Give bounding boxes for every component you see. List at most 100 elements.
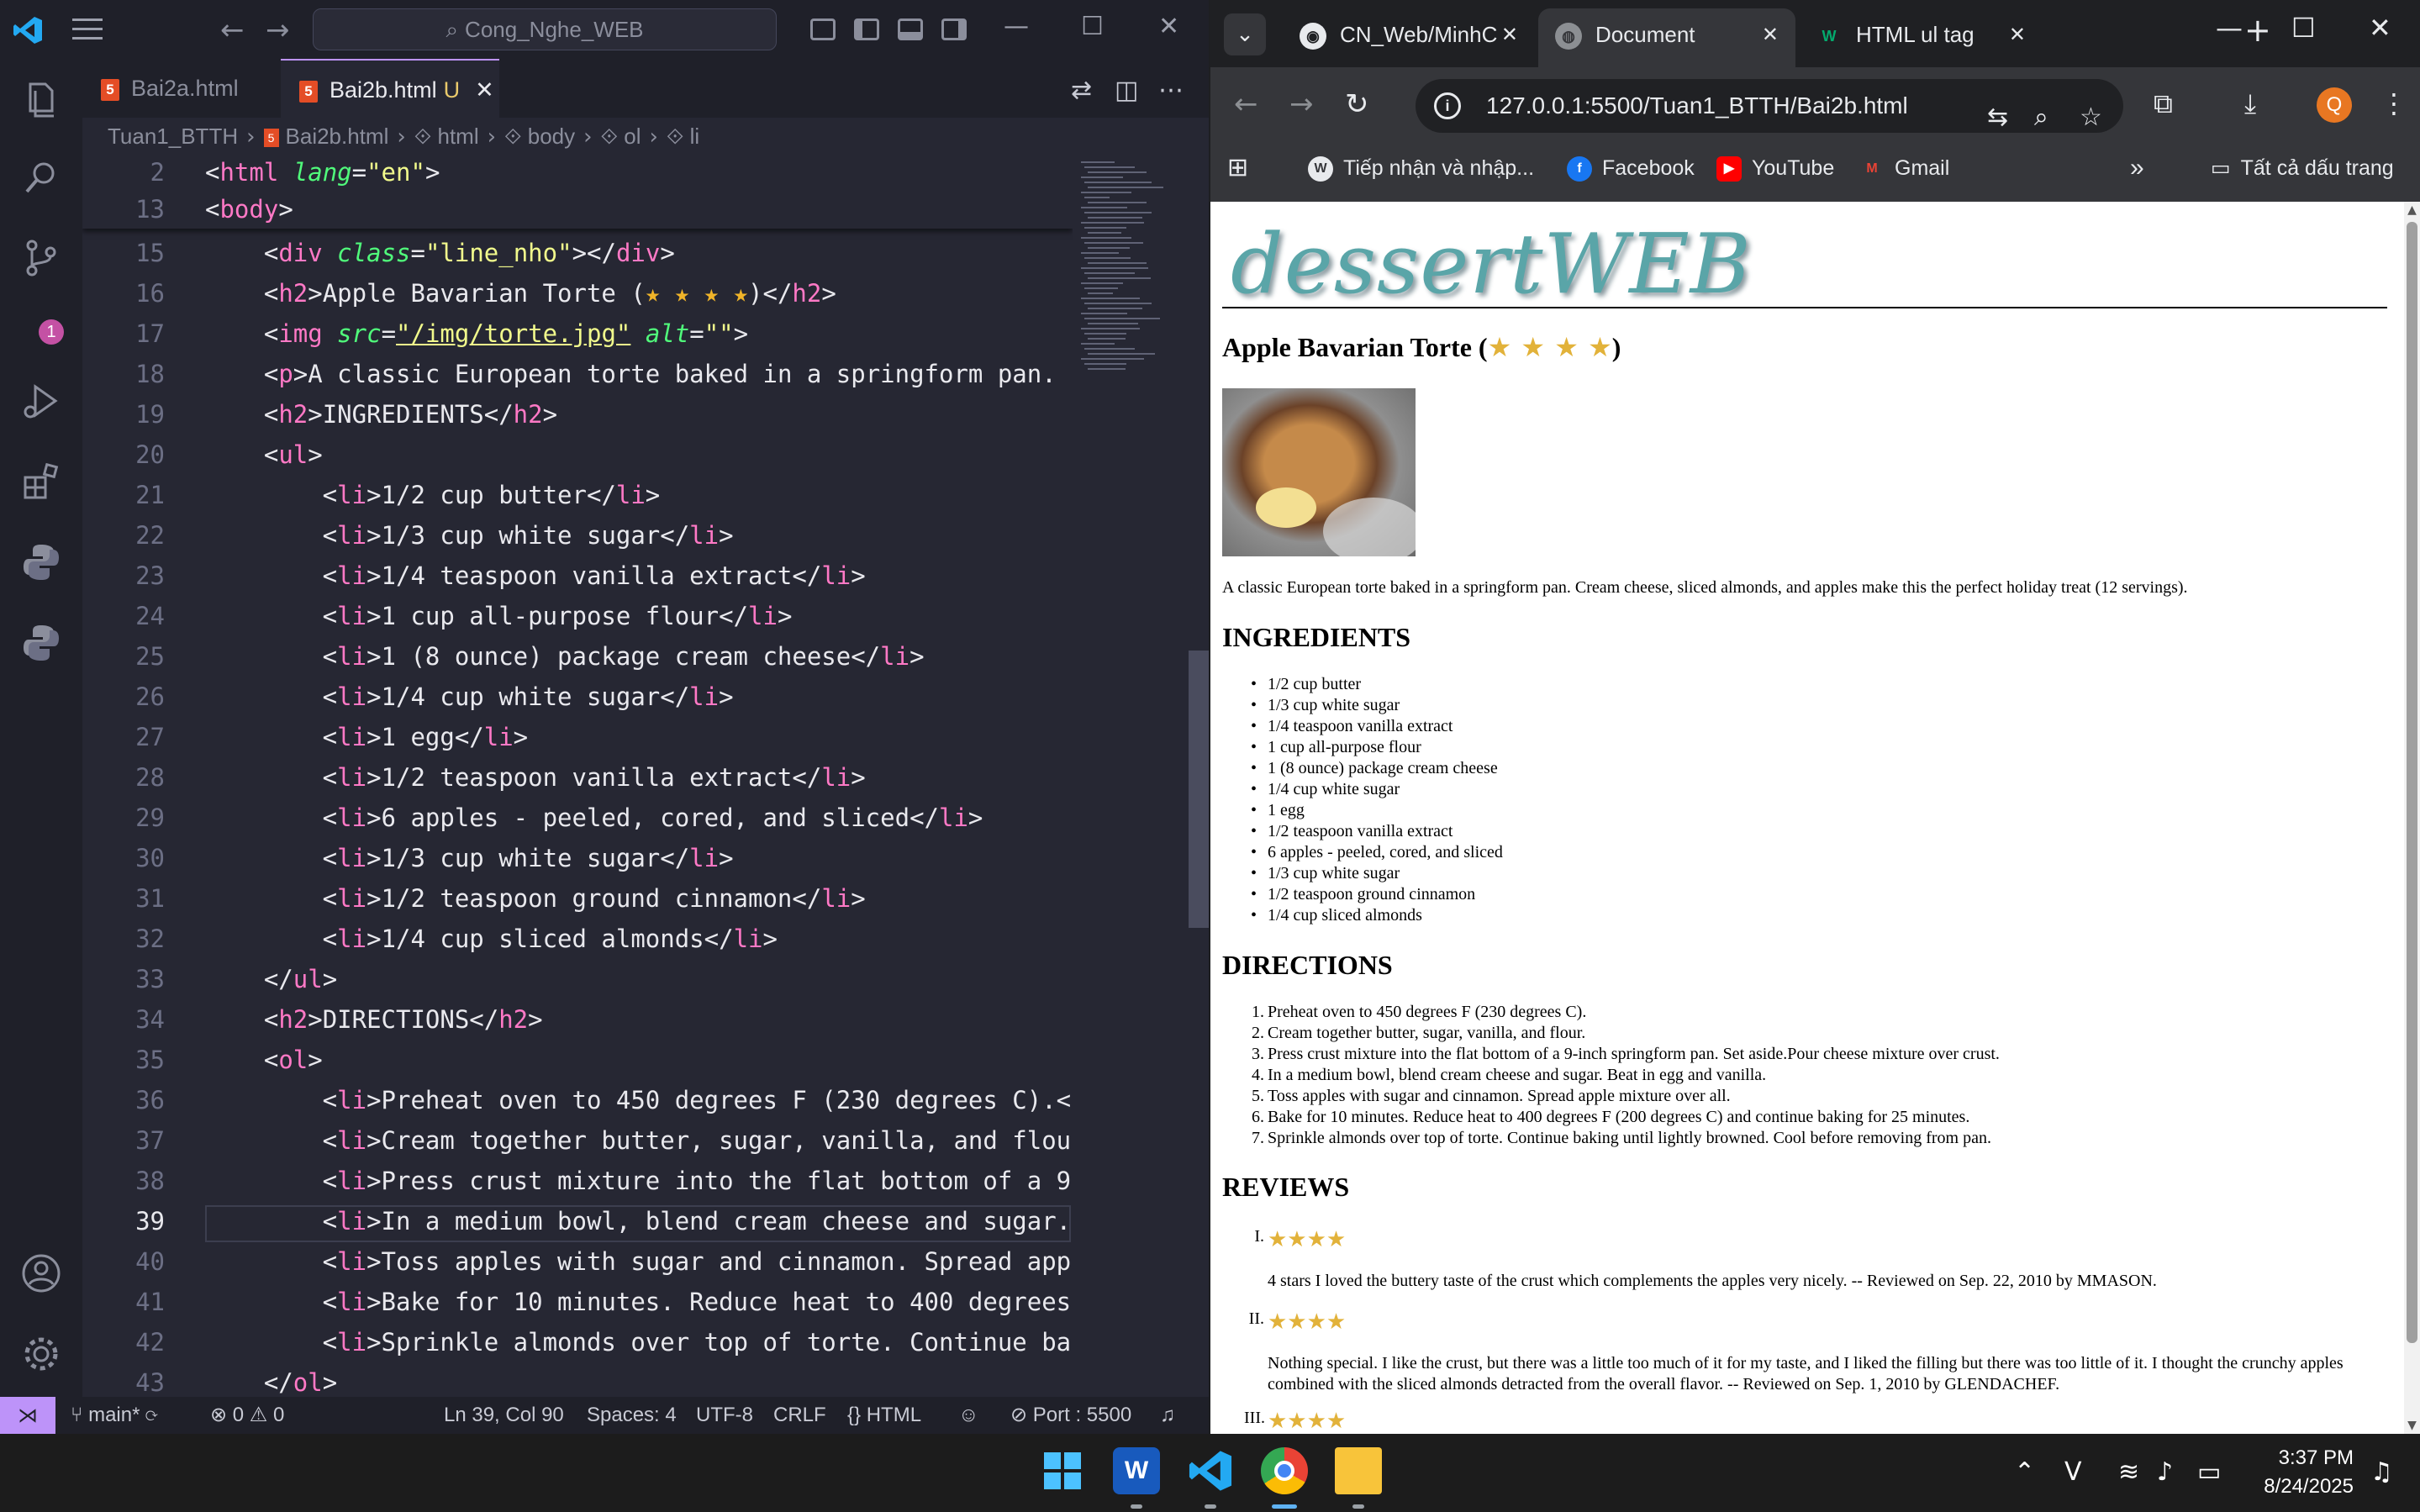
page-viewport[interactable]: dessertWEB Apple Bavarian Torte (★ ★ ★ ★… <box>1210 202 2404 1434</box>
line-ending[interactable]: CRLF <box>773 1397 826 1434</box>
extensions-icon[interactable] <box>20 461 62 503</box>
maximize-icon[interactable]: ☐ <box>1081 12 1104 41</box>
scroll-up-icon[interactable]: ▲ <box>2404 203 2420 217</box>
vscode-taskbar-icon[interactable] <box>1187 1447 1234 1494</box>
bookmark-label: Tiếp nhận và nhập... <box>1343 156 1535 180</box>
toggle-secondary-sidebar-icon[interactable] <box>941 18 967 40</box>
reload-icon[interactable]: ↻ <box>1345 87 1369 121</box>
search-icon[interactable] <box>20 156 62 198</box>
volume-icon[interactable]: ♪ <box>2157 1457 2173 1487</box>
breadcrumb-li[interactable]: li <box>690 124 700 149</box>
scrollbar-thumb[interactable] <box>1189 651 1209 928</box>
apps-grid-icon[interactable]: ⊞ <box>1227 145 1248 192</box>
bookmark-facebook[interactable]: f Facebook <box>1567 145 1695 192</box>
accounts-icon[interactable] <box>20 1252 62 1294</box>
source-control-icon[interactable] <box>20 237 62 279</box>
breadcrumb-file[interactable]: Bai2b.html <box>286 124 389 149</box>
battery-icon[interactable]: ▭ <box>2197 1457 2221 1487</box>
chrome-menu-icon[interactable]: ⋮ <box>2380 87 2407 119</box>
breadcrumb-html[interactable]: html <box>437 124 478 149</box>
live-server-status[interactable]: ⊘ Port : 5500 <box>1010 1397 1131 1434</box>
minimap-line <box>1084 212 1152 213</box>
back-arrow-icon[interactable]: ← <box>220 13 245 47</box>
close-tab-icon[interactable]: ✕ <box>475 77 494 103</box>
word-icon[interactable]: W <box>1113 1447 1160 1494</box>
code-editor[interactable]: 2<html lang="en">13<body> 14 <img src="/… <box>82 155 1073 1397</box>
toggle-primary-sidebar-icon[interactable] <box>854 18 879 40</box>
manage-gear-icon[interactable] <box>20 1333 62 1375</box>
close-icon[interactable]: ✕ <box>1158 12 1179 41</box>
chrome-tab-document[interactable]: ◍ Document ✕ <box>1538 8 1795 67</box>
html5-icon: 5 <box>101 78 119 101</box>
tab-search-chevron-down-icon[interactable]: ⌄ <box>1224 13 1266 55</box>
more-bookmarks-icon[interactable]: » <box>2130 145 2144 192</box>
extensions-puzzle-icon[interactable]: ⧉ <box>2154 87 2173 120</box>
new-tab-plus-icon[interactable]: + <box>2244 12 2271 49</box>
close-tab-icon[interactable]: ✕ <box>1501 8 1518 61</box>
notifications-bell-icon[interactable]: ♫ <box>1160 1397 1175 1434</box>
wifi-icon[interactable]: ≋ <box>2118 1457 2139 1487</box>
python-icon[interactable] <box>20 541 62 583</box>
back-arrow-icon[interactable]: ← <box>1234 87 1258 121</box>
clock[interactable]: 3:37 PM 8/24/2025 <box>2253 1444 2354 1501</box>
python-env-icon[interactable] <box>20 622 62 664</box>
all-bookmarks-folder[interactable]: ▭ Tất cả dấu trang <box>2211 145 2394 192</box>
explorer-icon[interactable] <box>20 79 62 121</box>
customize-layout-icon[interactable] <box>810 18 836 40</box>
notifications-bell-icon[interactable]: ♫ <box>2370 1457 2393 1487</box>
chrome-tab-github[interactable]: ◉ CN_Web/MinhC ✕ <box>1283 8 1535 67</box>
line-number: 30 <box>135 844 165 872</box>
cursor-position[interactable]: Ln 39, Col 90 <box>444 1397 564 1434</box>
breadcrumb-ol[interactable]: ol <box>624 124 641 149</box>
copilot-icon[interactable]: ☺ <box>958 1397 979 1434</box>
translate-icon[interactable]: ⇆ <box>1987 91 2008 145</box>
review-text: 4 stars I loved the buttery taste of the… <box>1268 1272 2157 1290</box>
encoding[interactable]: UTF-8 <box>696 1397 753 1434</box>
vpn-icon[interactable]: V <box>2064 1457 2082 1487</box>
indentation[interactable]: Spaces: 4 <box>587 1397 677 1434</box>
problems-status[interactable]: ⊗ 0 ⚠ 0 <box>210 1397 284 1434</box>
address-bar[interactable]: i 127.0.0.1:5500/Tuan1_BTTH/Bai2b.html ⇆… <box>1416 79 2123 133</box>
close-tab-icon[interactable]: ✕ <box>2009 8 2026 61</box>
forward-arrow-icon[interactable]: → <box>1289 87 1314 121</box>
tab-bai2b[interactable]: 5 Bai2b.html U ✕ <box>281 59 499 118</box>
minimap-line <box>1081 267 1148 269</box>
zoom-icon[interactable]: ⌕ <box>2034 91 2048 145</box>
forward-arrow-icon[interactable]: → <box>266 13 290 47</box>
bookmark-wordpress[interactable]: W Tiếp nhận và nhập... <box>1308 145 1534 192</box>
show-hidden-icons-chevron-up-icon[interactable]: ⌃ <box>2014 1457 2035 1487</box>
compare-changes-icon[interactable]: ⇄ <box>1071 76 1092 105</box>
minimize-icon[interactable]: — <box>2216 12 2243 44</box>
more-actions-icon[interactable]: ⋯ <box>1158 76 1184 105</box>
chrome-tab-w3schools[interactable]: W HTML ul tag ✕ <box>1799 8 2043 67</box>
scrollbar-thumb[interactable] <box>2407 222 2417 1343</box>
breadcrumb-body[interactable]: body <box>528 124 575 149</box>
maximize-icon[interactable]: ☐ <box>2291 12 2316 44</box>
branch-status[interactable]: ⑂ main* ⟳ <box>71 1397 158 1434</box>
site-info-icon[interactable]: i <box>1434 92 1461 119</box>
close-tab-icon[interactable]: ✕ <box>1762 8 1779 61</box>
downloads-icon[interactable]: ⤓ <box>2244 87 2256 120</box>
editor-scrollbar[interactable] <box>1189 155 1209 1397</box>
windows-start-icon[interactable] <box>1039 1447 1086 1494</box>
command-center-search[interactable]: ⌕ Cong_Nghe_WEB <box>313 8 777 50</box>
toggle-panel-icon[interactable] <box>898 18 923 40</box>
bookmark-star-icon[interactable]: ☆ <box>2080 91 2102 145</box>
chrome-taskbar-icon[interactable] <box>1261 1447 1308 1494</box>
bookmark-gmail[interactable]: M Gmail <box>1859 145 1949 192</box>
language-mode[interactable]: {} HTML <box>847 1397 921 1434</box>
split-editor-icon[interactable]: ◫ <box>1115 76 1138 105</box>
profile-avatar[interactable]: Q <box>2317 87 2352 123</box>
bookmark-youtube[interactable]: ▶ YouTube <box>1716 145 1834 192</box>
page-scrollbar[interactable]: ▲ ▼ <box>2404 202 2420 1434</box>
close-icon[interactable]: ✕ <box>2369 12 2391 44</box>
menu-icon[interactable] <box>72 18 103 40</box>
breadcrumb-folder[interactable]: Tuan1_BTTH <box>108 124 238 149</box>
minimize-icon[interactable]: — <box>1004 12 1029 41</box>
file-explorer-icon[interactable] <box>1335 1447 1382 1494</box>
tab-bai2a[interactable]: 5 Bai2a.html <box>82 59 281 118</box>
run-debug-icon[interactable] <box>20 380 62 422</box>
minimap[interactable] <box>1073 155 1190 1397</box>
remote-indicator-icon[interactable]: ⋊ <box>0 1397 55 1434</box>
scroll-down-icon[interactable]: ▼ <box>2404 1419 2420 1432</box>
